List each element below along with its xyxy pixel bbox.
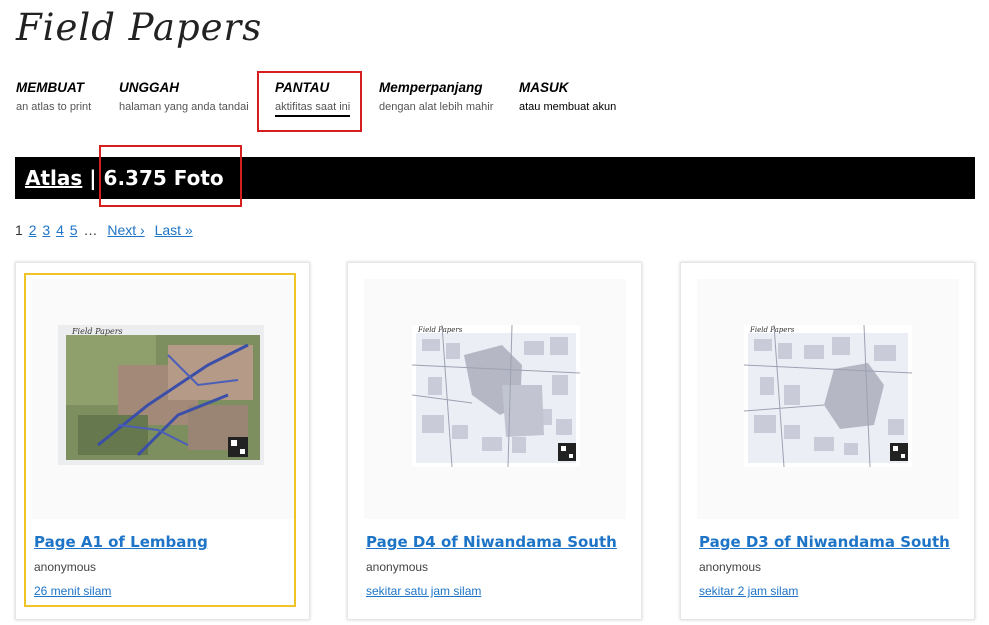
nav-item-masuk[interactable]: MASUK atau membuat akun (519, 80, 616, 113)
last-page-link[interactable]: Last » (155, 222, 193, 238)
pagination: 1 2 3 4 5 … Next › Last » (15, 222, 195, 238)
site-logo[interactable]: Field Papers (16, 6, 262, 49)
photo-count: 6.375 Foto (103, 166, 224, 190)
snapshot-title-link[interactable]: Page A1 of Lembang (34, 533, 208, 551)
snapshot-author: anonymous (366, 560, 429, 574)
nav-title: PANTAU (275, 80, 330, 95)
page-link[interactable]: 2 (29, 222, 37, 238)
snapshot-thumbnail[interactable]: Field Papers (58, 325, 264, 465)
thumbnail-logo: Field Papers (71, 327, 123, 336)
atlas-banner: Atlas | 6.375 Foto (15, 157, 975, 199)
thumbnail-logo: Field Papers (749, 326, 795, 334)
snapshot-card[interactable]: Field Papers Page D4 of Niwandama South … (347, 262, 642, 620)
nav-title: UNGGAH (119, 80, 179, 95)
nav-title: Memperpanjang (379, 80, 483, 95)
nav-subtitle: halaman yang anda tandai (119, 101, 249, 113)
snapshot-author: anonymous (34, 560, 97, 574)
snapshot-time-link[interactable]: sekitar 2 jam silam (699, 584, 798, 598)
banner-separator: | (89, 166, 97, 190)
snapshot-title-link[interactable]: Page D4 of Niwandama South (366, 533, 617, 551)
nav-item-unggah[interactable]: UNGGAH halaman yang anda tandai (119, 80, 249, 113)
nav-subtitle: an atlas to print (16, 101, 92, 113)
snapshot-thumbnail[interactable]: Field Papers (744, 325, 912, 467)
nav-item-pantau[interactable]: PANTAU aktifitas saat ini (275, 80, 351, 117)
page-ellipsis: … (83, 222, 98, 238)
nav-subtitle: aktifitas saat ini (275, 101, 351, 117)
page-current: 1 (15, 222, 23, 238)
nav-title: MEMBUAT (16, 80, 84, 95)
nav-subtitle: dengan alat lebih mahir (379, 101, 494, 113)
page-link[interactable]: 5 (70, 222, 78, 238)
next-page-link[interactable]: Next › (107, 222, 144, 238)
snapshot-thumbnail[interactable]: Field Papers (412, 325, 580, 467)
snapshot-card[interactable]: Field Papers Page D3 of Niwandama South … (680, 262, 975, 620)
nav-title: MASUK (519, 80, 569, 95)
snapshot-time-link[interactable]: sekitar satu jam silam (366, 584, 481, 598)
nav-item-memperpanjang[interactable]: Memperpanjang dengan alat lebih mahir (379, 80, 493, 113)
thumbnail-logo: Field Papers (417, 326, 463, 334)
page-link[interactable]: 4 (56, 222, 64, 238)
nav-item-membuat[interactable]: MEMBUAT an atlas to print (16, 80, 91, 113)
nav-subtitle: atau membuat akun (519, 101, 617, 113)
atlas-link[interactable]: Atlas (25, 166, 82, 190)
snapshot-card[interactable]: Field Papers Page A1 of Lembang anonymou… (15, 262, 310, 620)
snapshot-title-link[interactable]: Page D3 of Niwandama South (699, 533, 950, 551)
snapshot-time-link[interactable]: 26 menit silam (34, 584, 111, 598)
snapshot-author: anonymous (699, 560, 762, 574)
page-link[interactable]: 3 (42, 222, 50, 238)
